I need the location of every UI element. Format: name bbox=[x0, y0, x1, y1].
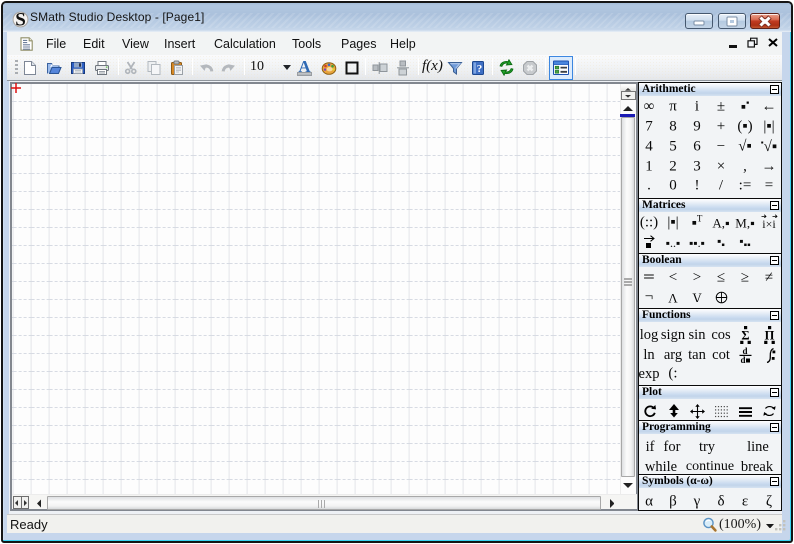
svg-text:S: S bbox=[15, 11, 26, 28]
svg-text:Π: Π bbox=[765, 329, 775, 343]
svg-text:?: ? bbox=[477, 63, 483, 75]
svg-text:Σ: Σ bbox=[741, 329, 749, 343]
svg-text:d: d bbox=[740, 355, 745, 364]
